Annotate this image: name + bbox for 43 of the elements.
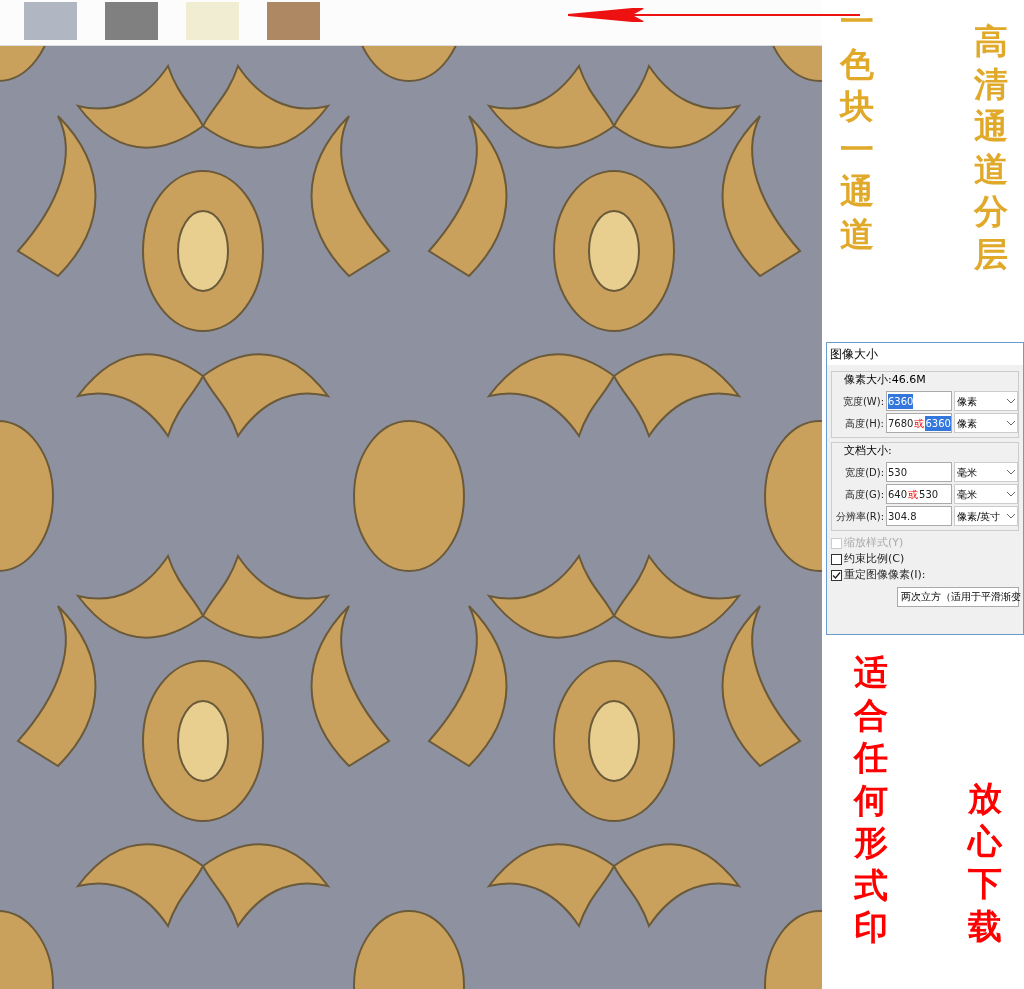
checkbox[interactable]: [831, 569, 842, 581]
chevron-icon: [1007, 513, 1015, 519]
field-label: 分辨率(R):: [834, 509, 884, 524]
field-label: 高度(H):: [844, 416, 884, 431]
dialog-title: 图像大小: [827, 343, 1023, 365]
unit-dropdown[interactable]: 像素: [954, 391, 1018, 411]
group-label: 像素大小:46.6M: [843, 372, 927, 388]
alt-mark: 或: [913, 416, 926, 431]
input-field[interactable]: 304.8: [886, 506, 952, 526]
checkbox-label: 重定图像像素(I):: [844, 566, 926, 583]
chevron-icon: [1007, 491, 1015, 497]
unit-dropdown[interactable]: 毫米: [954, 484, 1018, 504]
field-value: 530: [919, 487, 939, 502]
resample-dropdown[interactable]: 两次立方（适用于平滑渐变: [897, 587, 1019, 607]
field-value: 6360: [888, 393, 914, 409]
vertical-caption: 高清通道分层: [974, 20, 1008, 276]
field-value: 530: [888, 465, 908, 480]
checkbox-label: 缩放样式(Y): [844, 534, 904, 551]
checkbox[interactable]: [831, 553, 842, 565]
chevron-icon: [1007, 420, 1015, 426]
vertical-caption: 适合任何形式印: [854, 651, 888, 949]
field-label: 宽度(W):: [841, 394, 884, 409]
alt-mark: 或: [907, 487, 919, 502]
unit-dropdown[interactable]: 像素/英寸: [954, 506, 1018, 526]
checkbox-label: 约束比例(C): [844, 550, 905, 567]
chevron-icon: [1007, 398, 1015, 404]
checkmark-icon: [832, 570, 841, 580]
input-field[interactable]: 640或530: [886, 484, 952, 504]
unit-dropdown[interactable]: 毫米: [954, 462, 1018, 482]
field-value: 6360: [925, 415, 951, 431]
input-field[interactable]: 7680或6360: [886, 413, 952, 433]
field-value: 7680: [888, 416, 914, 431]
vertical-caption: 一色块一通道: [840, 0, 874, 256]
field-value: 640: [888, 487, 908, 502]
field-label: 宽度(D):: [844, 465, 884, 480]
field-value: 304.8: [888, 509, 917, 524]
group-label: 文档大小:: [843, 443, 893, 459]
vertical-caption: 放心下载: [968, 777, 1002, 948]
input-field[interactable]: 530: [886, 462, 952, 482]
input-field[interactable]: 6360: [886, 391, 952, 411]
field-label: 高度(G):: [844, 487, 884, 502]
unit-dropdown[interactable]: 像素: [954, 413, 1018, 433]
chevron-icon: [1007, 469, 1015, 475]
